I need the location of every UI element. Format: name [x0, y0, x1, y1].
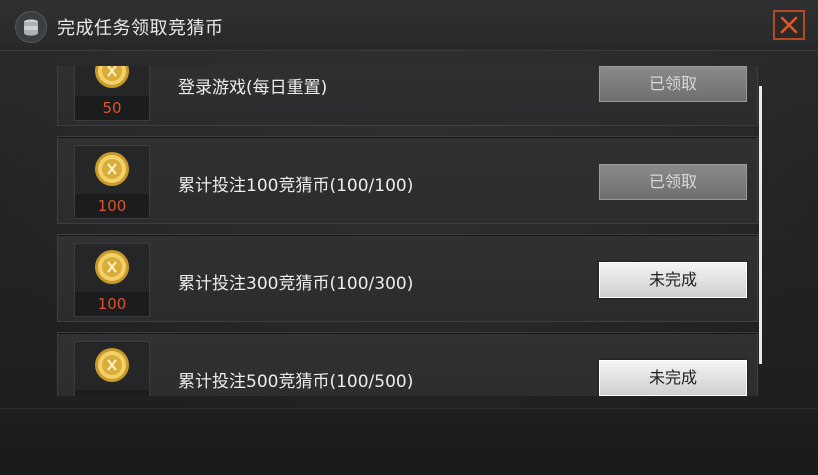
- task-label: 累计投注100竞猜币(100/100): [178, 176, 414, 196]
- coin-icon: [95, 66, 129, 88]
- close-icon: [780, 16, 798, 34]
- coin-icon: [95, 152, 129, 186]
- dialog-title: 完成任务领取竞猜币: [57, 18, 224, 39]
- dialog-header: 完成任务领取竞猜币: [0, 0, 818, 51]
- reward-box: 100: [74, 145, 150, 219]
- task-label: 累计投注300竞猜币(100/300): [178, 274, 414, 294]
- reward-amount: 100: [75, 292, 149, 316]
- coin-icon: [95, 250, 129, 284]
- task-row: 100 累计投注100竞猜币(100/100) 已领取: [57, 136, 758, 224]
- bottom-bar: [0, 408, 818, 475]
- task-row: 100 累计投注300竞猜币(100/300) 未完成: [57, 234, 758, 322]
- reward-box: [74, 341, 150, 396]
- reward-box: 50: [74, 66, 150, 121]
- coins-icon: [15, 11, 47, 43]
- incomplete-button[interactable]: 未完成: [599, 360, 747, 396]
- close-button[interactable]: [773, 10, 805, 40]
- reward-box: 100: [74, 243, 150, 317]
- task-label: 累计投注500竞猜币(100/500): [178, 372, 414, 392]
- scrollbar[interactable]: [759, 86, 762, 364]
- coin-icon: [95, 348, 129, 382]
- dialog-frame: 完成任务领取竞猜币 50 登录游戏(每日重置) 已领取 100 累计投注100竞…: [0, 0, 818, 475]
- task-list[interactable]: 50 登录游戏(每日重置) 已领取 100 累计投注100竞猜币(100/100…: [57, 66, 758, 396]
- reward-amount: 50: [75, 96, 149, 120]
- reward-amount: [75, 390, 149, 396]
- task-row: 50 登录游戏(每日重置) 已领取: [57, 66, 758, 126]
- task-label: 登录游戏(每日重置): [178, 78, 328, 98]
- claimed-button[interactable]: 已领取: [599, 66, 747, 102]
- reward-amount: 100: [75, 194, 149, 218]
- claimed-button[interactable]: 已领取: [599, 164, 747, 200]
- incomplete-button[interactable]: 未完成: [599, 262, 747, 298]
- task-row: 累计投注500竞猜币(100/500) 未完成: [57, 332, 758, 396]
